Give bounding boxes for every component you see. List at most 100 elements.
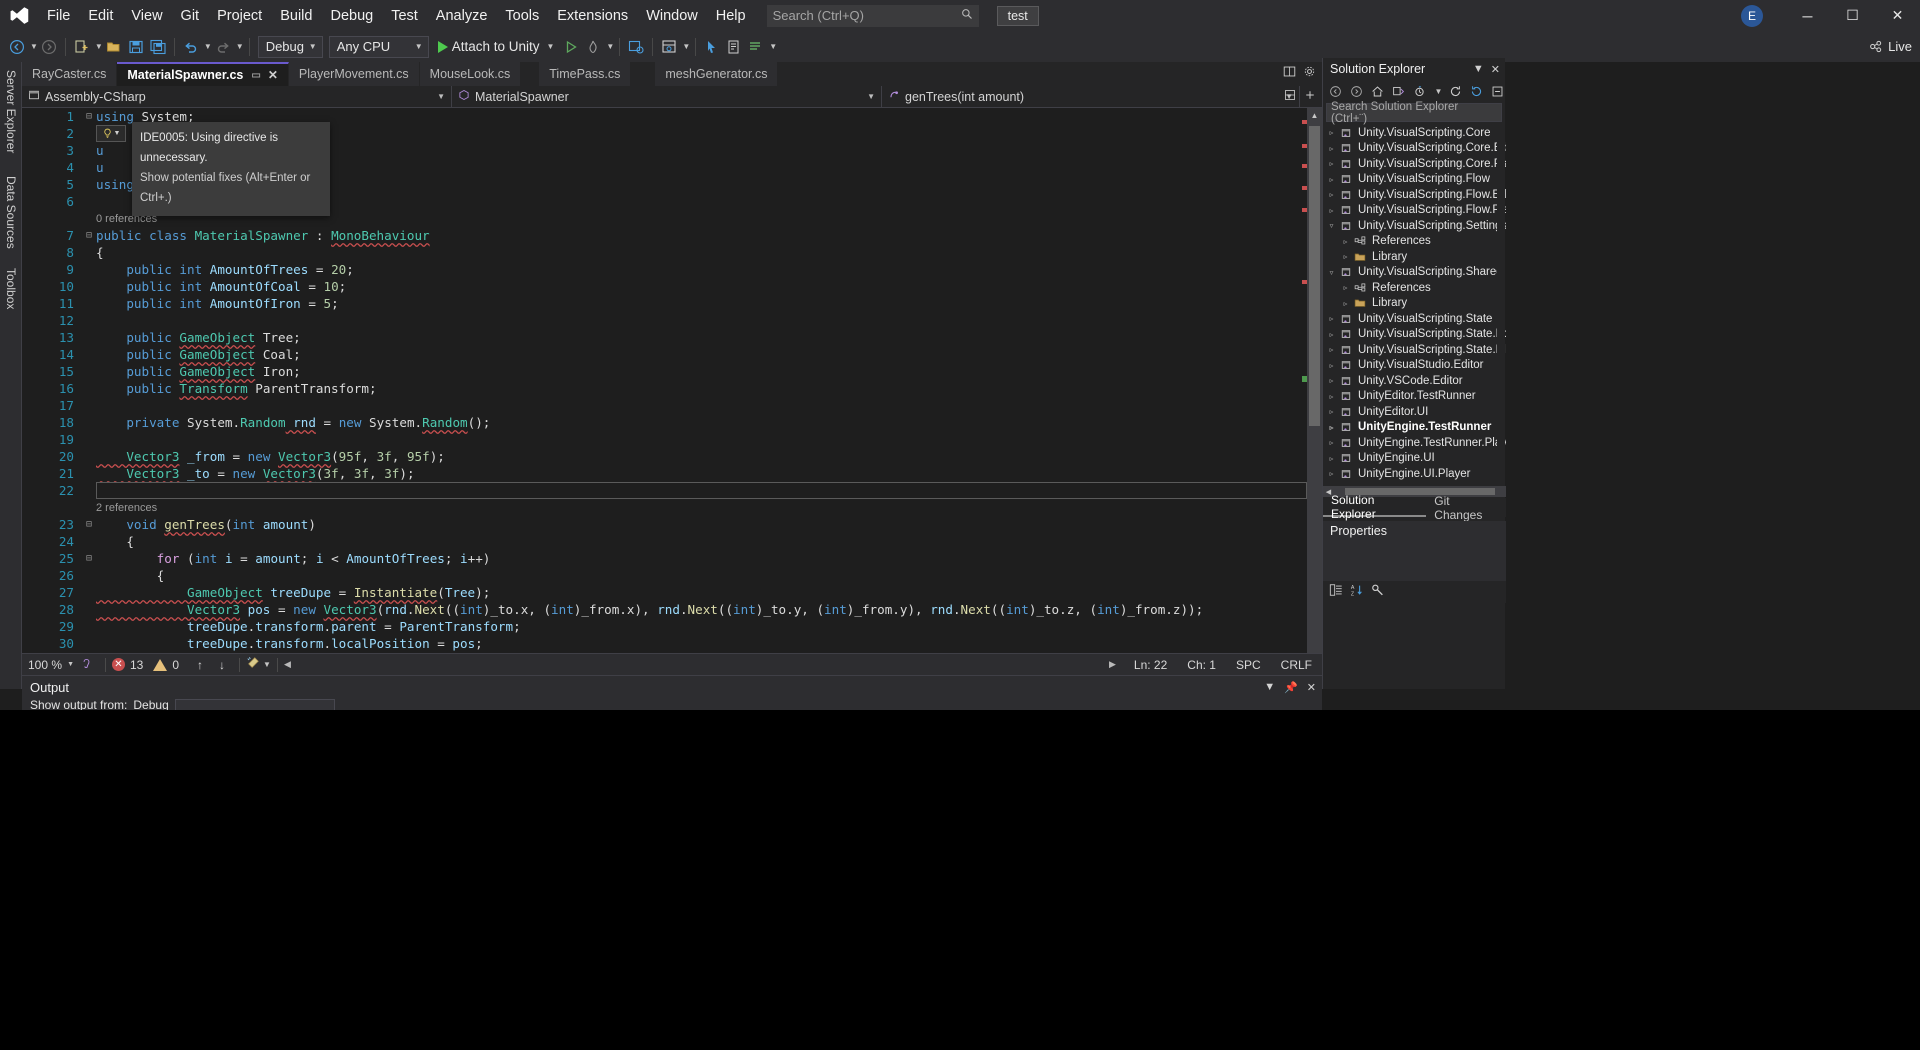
- tab-playermovement[interactable]: PlayerMovement.cs: [288, 62, 420, 86]
- start-hollow-icon[interactable]: [560, 35, 582, 59]
- chevron-right-icon[interactable]: ▹: [1325, 376, 1338, 385]
- code-line[interactable]: 7 ⊟ public class MaterialSpawner : MonoBeh…: [22, 227, 1307, 244]
- minimize-button[interactable]: ─: [1785, 0, 1830, 31]
- solution-explorer-tree-item[interactable]: ▹ Unity.VisualScripting.Core: [1323, 125, 1506, 141]
- code-line[interactable]: 28 Vector3 pos = new Vector3(rnd.Next((i…: [22, 601, 1307, 618]
- chevron-right-icon[interactable]: ▹: [1325, 407, 1338, 416]
- chevron-down-icon[interactable]: ▼: [1264, 681, 1275, 693]
- tag-chip[interactable]: test: [996, 5, 1039, 26]
- home-icon[interactable]: [1370, 83, 1386, 99]
- sync-with-active-document-icon[interactable]: [1412, 83, 1428, 99]
- code-line[interactable]: 13 public GameObject Tree;: [22, 329, 1307, 346]
- code-line[interactable]: 21 Vector3 _to = new Vector3(3f, 3f, 3f)…: [22, 465, 1307, 482]
- sidebar-item-data-sources[interactable]: Data Sources: [0, 168, 22, 260]
- chevron-right-icon[interactable]: ▹: [1325, 330, 1338, 339]
- fold-toggle-icon[interactable]: ⊟: [82, 519, 96, 530]
- undo-icon[interactable]: [180, 35, 202, 59]
- lightbulb-icon[interactable]: ▼: [96, 125, 126, 142]
- zoom-level-select[interactable]: 100 % ▼: [22, 658, 78, 672]
- scroll-right-arrow-icon[interactable]: ▶: [1109, 659, 1124, 670]
- pending-changes-icon[interactable]: [1391, 83, 1407, 99]
- tab-materialspawner[interactable]: MaterialSpawner.cs ▭ ✕: [117, 62, 289, 86]
- scroll-up-arrow-icon[interactable]: ▲: [1307, 108, 1322, 123]
- gear-icon[interactable]: [1303, 65, 1316, 83]
- solution-explorer-tree-item[interactable]: ▹ Unity.VisualScripting.Flow.Pla: [1323, 203, 1506, 219]
- navigate-forward-icon[interactable]: [38, 35, 60, 59]
- navbar-member-select[interactable]: genTrees(int amount) ▼: [882, 85, 1300, 108]
- code-line[interactable]: 14 public GameObject Coal;: [22, 346, 1307, 363]
- code-line[interactable]: 25 ⊟ for (int i = amount; i < AmountOfTre…: [22, 550, 1307, 567]
- categorized-icon[interactable]: [1329, 583, 1343, 602]
- open-file-icon[interactable]: [103, 35, 125, 59]
- pin-icon[interactable]: 📌: [1284, 681, 1298, 694]
- solution-explorer-tree[interactable]: ▹ Unity.VisualScripting.Core ▹ Unity.Visual…: [1323, 125, 1506, 485]
- show-potential-fixes-link[interactable]: Show potential fixes (Alt+Enter or Ctrl+…: [140, 168, 322, 208]
- tab-meshgenerator[interactable]: meshGenerator.cs: [655, 62, 779, 86]
- split-view-icon[interactable]: [1283, 65, 1296, 83]
- layout-dropdown-icon[interactable]: ▼: [682, 42, 690, 51]
- solution-explorer-tree-item[interactable]: ▹ UnityEditor.TestRunner: [1323, 389, 1506, 405]
- solution-explorer-tree-item[interactable]: ▹ References: [1323, 234, 1506, 250]
- account-avatar[interactable]: E: [1741, 4, 1763, 27]
- arrow-down-icon[interactable]: ↓: [219, 658, 225, 672]
- code-line[interactable]: 24 {: [22, 533, 1307, 550]
- chevron-right-icon[interactable]: ▹: [1325, 438, 1338, 447]
- code-line[interactable]: 18 private System.Random rnd = new Syste…: [22, 414, 1307, 431]
- collapse-all-icon[interactable]: [1489, 83, 1505, 99]
- chevron-right-icon[interactable]: ▹: [1325, 423, 1338, 432]
- new-item-icon[interactable]: [71, 35, 93, 59]
- code-line[interactable]: 9 public int AmountOfTrees = 20;: [22, 261, 1307, 278]
- build-configuration-select[interactable]: Debug ▼: [257, 35, 323, 58]
- redo-icon[interactable]: [212, 35, 234, 59]
- platform-select[interactable]: Any CPU ▼: [328, 35, 429, 58]
- new-item-dropdown-icon[interactable]: ▼: [95, 42, 103, 51]
- chevron-right-icon[interactable]: ▹: [1325, 144, 1338, 153]
- chevron-right-icon[interactable]: ▹: [1325, 175, 1338, 184]
- menu-item-edit[interactable]: Edit: [79, 0, 122, 31]
- comment-icon[interactable]: [745, 35, 767, 59]
- back-icon[interactable]: [1328, 83, 1344, 99]
- menu-item-debug[interactable]: Debug: [321, 0, 382, 31]
- code-line[interactable]: 8{: [22, 244, 1307, 261]
- code-line[interactable]: 11 public int AmountOfIron = 5;: [22, 295, 1307, 312]
- chevron-down-icon[interactable]: ▿: [1325, 221, 1338, 230]
- attach-to-unity-button[interactable]: Attach to Unity ▼: [432, 35, 561, 59]
- code-cleanup-dropdown-icon[interactable]: ▼: [263, 660, 271, 669]
- indent-icon[interactable]: [723, 35, 745, 59]
- codelens-reference-count[interactable]: 2 references: [22, 499, 1307, 516]
- editor-vertical-scrollbar[interactable]: ▲: [1307, 108, 1322, 653]
- error-marker[interactable]: [1302, 186, 1307, 190]
- navbar-type-select[interactable]: MaterialSpawner ▼: [452, 85, 882, 108]
- code-line[interactable]: 12: [22, 312, 1307, 329]
- collapse-icon[interactable]: ◀: [284, 659, 291, 670]
- fold-toggle-icon[interactable]: ⊟: [82, 553, 96, 564]
- error-marker[interactable]: [1302, 120, 1307, 124]
- chevron-right-icon[interactable]: ▹: [1325, 190, 1338, 199]
- output-source-select[interactable]: [174, 698, 335, 711]
- code-line[interactable]: 15 public GameObject Iron;: [22, 363, 1307, 380]
- menu-item-extensions[interactable]: Extensions: [548, 0, 637, 31]
- solution-explorer-tree-item[interactable]: ▹ UnityEngine.UI.Player: [1323, 466, 1506, 482]
- comment-dropdown-icon[interactable]: ▼: [769, 42, 777, 51]
- navbar-project-select[interactable]: Assembly-CSharp ▼: [22, 85, 452, 108]
- scrollbar-thumb[interactable]: [1309, 126, 1320, 426]
- solution-explorer-tree-item[interactable]: ▹ Unity.VisualScripting.Flow.Ed: [1323, 187, 1506, 203]
- solution-explorer-tree-item[interactable]: ▹ UnityEditor.UI: [1323, 404, 1506, 420]
- solution-explorer-tree-item[interactable]: ▹ Unity.VisualScripting.State.Ed: [1323, 327, 1506, 343]
- pin-icon[interactable]: ▭: [251, 70, 260, 81]
- tab-raycaster[interactable]: RayCaster.cs: [22, 62, 118, 86]
- solution-explorer-tree-item[interactable]: ▹ UnityEngine.TestRunner: [1323, 420, 1506, 436]
- warning-count[interactable]: 0: [172, 658, 179, 672]
- menu-item-file[interactable]: File: [38, 0, 79, 31]
- code-line[interactable]: 26 {: [22, 567, 1307, 584]
- chevron-right-icon[interactable]: ▹: [1325, 159, 1338, 168]
- tab-mouselook[interactable]: MouseLook.cs: [419, 62, 522, 86]
- tab-solution-explorer[interactable]: Solution Explorer: [1323, 493, 1427, 521]
- save-icon[interactable]: [125, 35, 147, 59]
- line-ending-status[interactable]: CRLF: [1271, 658, 1322, 672]
- close-button[interactable]: ✕: [1875, 0, 1920, 31]
- code-line[interactable]: 20 Vector3 _from = new Vector3(95f, 3f, …: [22, 448, 1307, 465]
- code-line[interactable]: 19: [22, 431, 1307, 448]
- menu-item-help[interactable]: Help: [707, 0, 755, 31]
- forward-icon[interactable]: [1349, 83, 1365, 99]
